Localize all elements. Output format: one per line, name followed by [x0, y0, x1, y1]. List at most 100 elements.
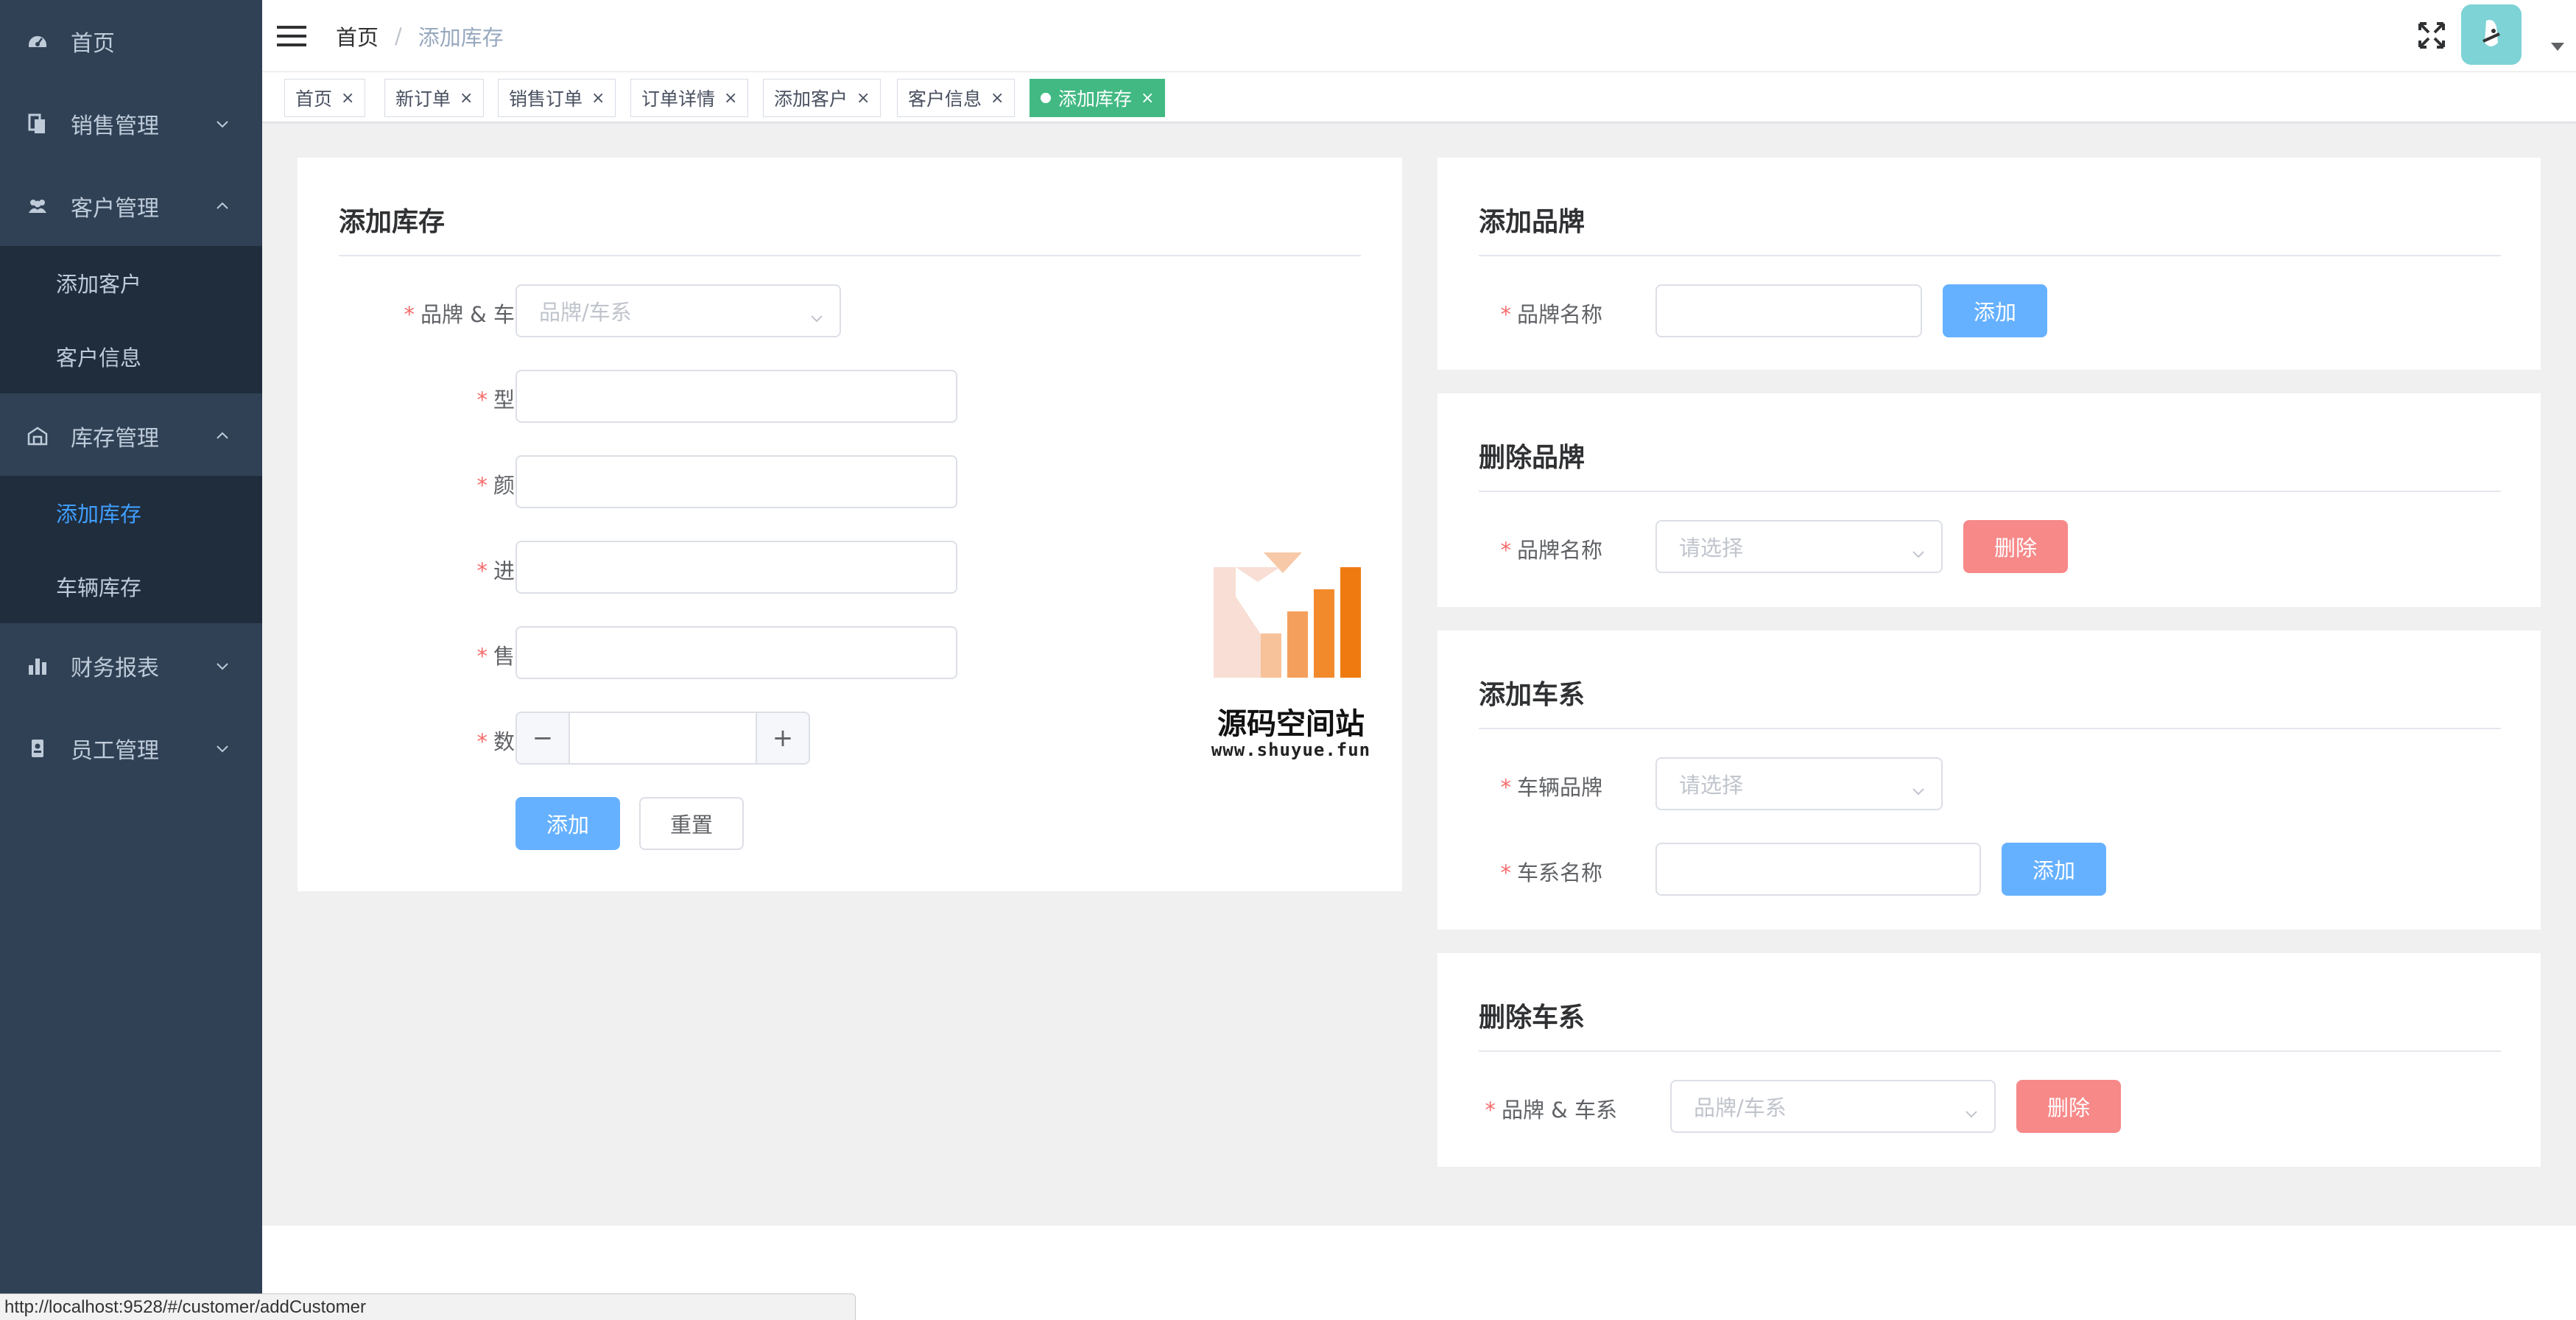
tag-home[interactable]: 首页 × [284, 79, 366, 117]
add-inventory-card: 添加库存 * 品牌 & 车系 品牌/车系 * 型号 * 颜色 * 进价 * 售价 * 数量 … [298, 158, 1402, 891]
sidebar-item-label: 员工管理 [71, 738, 159, 764]
fullscreen-icon[interactable] [2414, 18, 2449, 53]
brand-name-label: * 品牌名称 [1500, 302, 1602, 327]
chevron-down-icon [1912, 778, 1925, 796]
close-icon[interactable]: × [990, 89, 1004, 108]
sidebar-item-sales[interactable]: 销售管理 [0, 82, 262, 165]
select-placeholder: 品牌/车系 [1694, 1095, 1787, 1120]
divider [339, 255, 1361, 256]
logo-mark [1214, 552, 1361, 678]
reset-button[interactable]: 重置 [639, 797, 744, 850]
close-icon[interactable]: × [1141, 89, 1154, 108]
select-placeholder: 请选择 [1679, 773, 1744, 798]
tag-add-customer[interactable]: 添加客户 × [763, 79, 881, 117]
browser-status-bar: http://localhost:9528/#/customer/addCust… [0, 1293, 856, 1320]
card-title: 添加车系 [1479, 680, 1586, 710]
breadcrumb-current: 添加库存 [418, 25, 504, 50]
select-placeholder: 请选择 [1679, 536, 1744, 561]
tag-label: 销售订单 [509, 88, 583, 110]
sidebar-item-employees[interactable]: 员工管理 [0, 707, 262, 790]
sidebar-item-add-customer[interactable]: 添加客户 [0, 246, 262, 320]
delete-brand-card: 删除品牌 * 品牌名称 请选择 删除 [1437, 393, 2541, 607]
series-name-label: * 车系名称 [1500, 860, 1602, 885]
sidebar-item-label: 客户管理 [71, 196, 159, 222]
tag-new-order[interactable]: 新订单 × [384, 79, 485, 117]
sidebar-item-label: 添加客户 [56, 272, 142, 297]
minus-button[interactable]: − [517, 713, 570, 763]
add-series-button[interactable]: 添加 [2002, 843, 2106, 896]
plus-button[interactable]: + [756, 713, 809, 763]
tag-label: 新订单 [395, 88, 451, 110]
vehicle-brand-label: * 车辆品牌 [1500, 775, 1602, 800]
watermark-logo: 源码空间站 www.shuyue.fun [1206, 552, 1376, 760]
tag-sales-orders[interactable]: 销售订单 × [498, 79, 616, 117]
sidebar-item-label: 添加库存 [56, 502, 142, 527]
sidebar-item-label: 库存管理 [71, 426, 159, 452]
card-title: 添加品牌 [1479, 207, 1586, 237]
tag-label: 订单详情 [641, 88, 716, 110]
watermark-title: 源码空间站 [1217, 707, 1365, 741]
tags-view: 首页 × 新订单 × 销售订单 × 订单详情 × 添加客户 × 客户信息 × 添加库存 × [262, 72, 2576, 122]
chevron-down-icon [214, 740, 231, 757]
brand-name-label: * 品牌名称 [1500, 538, 1602, 563]
close-icon[interactable]: × [856, 89, 870, 108]
brand-series-label: * 品牌 & 车系 [1485, 1098, 1617, 1123]
brand-select[interactable]: 请选择 [1655, 520, 1943, 573]
quantity-stepper[interactable]: − + [515, 712, 810, 765]
add-inventory-button[interactable]: 添加 [515, 797, 620, 850]
chevron-down-icon [214, 115, 231, 133]
sidebar-item-label: 首页 [71, 31, 115, 57]
select-placeholder: 品牌/车系 [539, 300, 632, 325]
close-icon[interactable]: × [591, 89, 605, 108]
close-icon[interactable]: × [341, 89, 354, 108]
delete-brand-button[interactable]: 删除 [1963, 520, 2068, 573]
close-icon[interactable]: × [724, 89, 737, 108]
delete-series-button[interactable]: 删除 [2016, 1080, 2121, 1133]
model-input[interactable] [515, 370, 957, 423]
vehicle-brand-select[interactable]: 请选择 [1655, 757, 1943, 810]
breadcrumb-home[interactable]: 首页 [336, 21, 379, 52]
chevron-up-icon [214, 197, 231, 215]
series-name-input[interactable] [1655, 843, 1981, 896]
close-icon[interactable]: × [460, 89, 473, 108]
sidebar-item-finance[interactable]: 财务报表 [0, 625, 262, 707]
card-title: 添加库存 [339, 207, 446, 237]
brand-name-input[interactable] [1655, 284, 1922, 337]
brand-series-select[interactable]: 品牌/车系 [515, 284, 841, 337]
sidebar-item-customers[interactable]: 客户管理 [0, 165, 262, 248]
sidebar-item-label: 财务报表 [71, 656, 159, 681]
badge-icon [27, 737, 49, 759]
tag-label: 客户信息 [908, 88, 982, 110]
color-input[interactable] [515, 455, 957, 508]
hamburger-icon[interactable] [277, 21, 306, 51]
chevron-up-icon [214, 427, 231, 445]
tag-add-inventory[interactable]: 添加库存 × [1030, 79, 1166, 117]
sidebar-item-inventory[interactable]: 库存管理 [0, 395, 262, 477]
divider [1479, 1050, 2501, 1052]
dashboard-icon [27, 30, 49, 52]
purchase-price-input[interactable] [515, 541, 957, 594]
status-url: http://localhost:9528/#/customer/addCust… [4, 1296, 366, 1317]
sidebar-item-customer-info[interactable]: 客户信息 [0, 320, 262, 393]
sidebar-item-vehicle-inventory[interactable]: 车辆库存 [0, 550, 262, 623]
customer-submenu: 添加客户 客户信息 [0, 246, 262, 393]
chevron-down-icon [810, 305, 823, 323]
brand-series-select[interactable]: 品牌/车系 [1670, 1080, 1996, 1133]
tag-order-details[interactable]: 订单详情 × [630, 79, 749, 117]
documents-icon [27, 113, 49, 135]
people-icon [27, 195, 49, 217]
sidebar-item-add-inventory[interactable]: 添加库存 [0, 476, 262, 550]
add-brand-button[interactable]: 添加 [1943, 284, 2047, 337]
tag-customer-info[interactable]: 客户信息 × [897, 79, 1016, 117]
caret-down-icon[interactable] [2551, 43, 2564, 51]
sidebar-item-home[interactable]: 首页 [0, 0, 262, 82]
tag-label: 添加库存 [1058, 88, 1133, 110]
breadcrumb-separator: / [395, 24, 402, 49]
sale-price-input[interactable] [515, 626, 957, 679]
delete-series-card: 删除车系 * 品牌 & 车系 品牌/车系 删除 [1437, 953, 2541, 1167]
watermark-url: www.shuyue.fun [1211, 740, 1371, 760]
sidebar-item-label: 车辆库存 [56, 575, 142, 600]
avatar[interactable] [2461, 4, 2522, 65]
sidebar-item-label: 客户信息 [56, 345, 142, 371]
navbar: 首页 / 添加库存 [262, 0, 2576, 72]
